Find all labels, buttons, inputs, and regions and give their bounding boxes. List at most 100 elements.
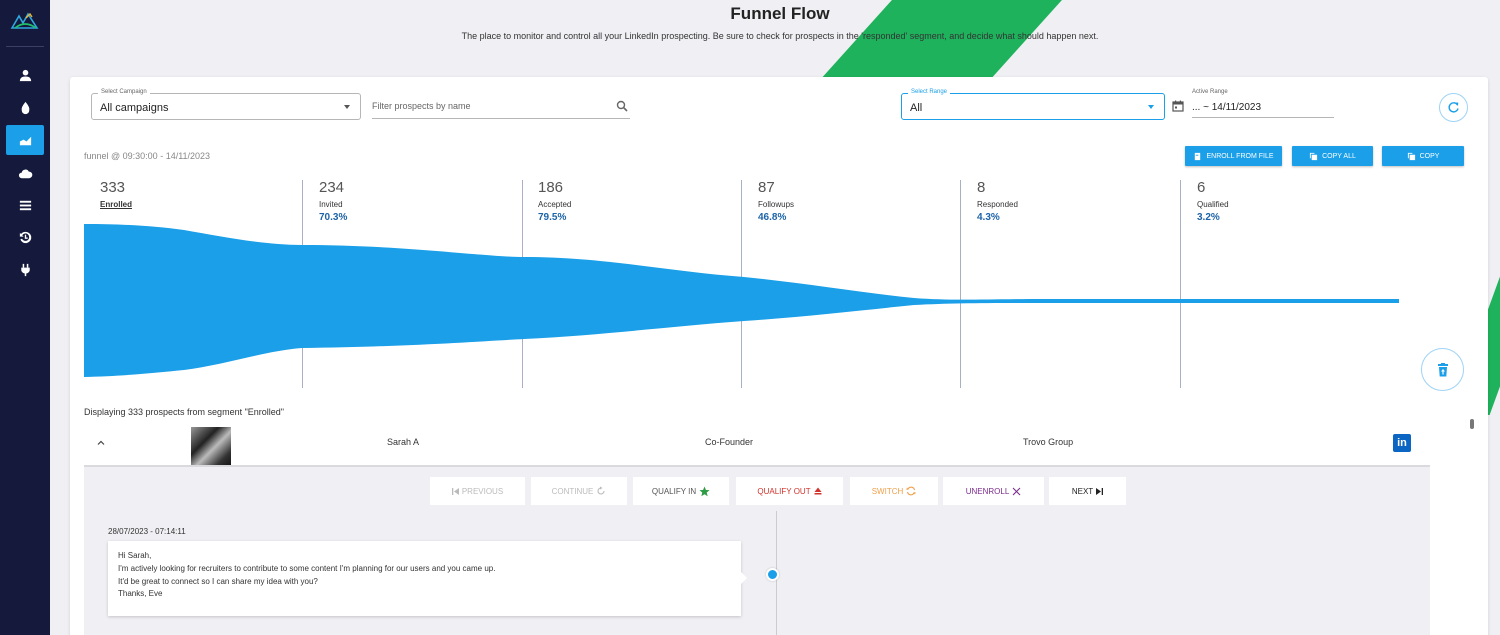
sidebar-item-funnel[interactable] [6, 125, 44, 155]
page-title: Funnel Flow [730, 4, 830, 23]
eject-icon [814, 487, 822, 495]
calendar-icon[interactable] [1172, 100, 1184, 112]
search-input[interactable] [372, 94, 612, 118]
drop-icon [21, 101, 29, 114]
copy-button[interactable]: COPY [1382, 146, 1464, 166]
plug-icon [20, 263, 30, 276]
stage-name: Enrolled [100, 200, 133, 209]
qualify-out-label: QUALIFY OUT [757, 486, 811, 496]
qualify-out-button[interactable]: QUALIFY OUT [736, 477, 843, 505]
campaign-select-label: Select Campaign [98, 89, 150, 95]
star-icon [699, 486, 710, 496]
campaign-select[interactable]: Select Campaign All campaigns [91, 89, 361, 120]
message-timestamp: 28/07/2023 - 07:14:11 [108, 527, 186, 536]
switch-label: SWITCH [871, 486, 904, 496]
refresh-icon [1448, 102, 1459, 113]
range-select[interactable]: Select Range All [901, 89, 1165, 120]
active-range-value: ... ~ 14/11/2023 [1192, 102, 1262, 113]
app-logo [10, 12, 39, 29]
refresh-button[interactable] [1439, 93, 1468, 122]
prospect-name: Sarah A [387, 437, 420, 447]
stage-name: Responded [977, 200, 1018, 209]
copy-all-button[interactable]: COPY ALL [1292, 146, 1373, 166]
stage-count: 186 [538, 179, 564, 196]
search-icon[interactable] [616, 100, 628, 112]
scrollbar-thumb[interactable] [1470, 419, 1474, 429]
stage-count: 87 [758, 179, 775, 196]
next-button[interactable]: NEXT [1049, 477, 1126, 505]
funnel-chart-icon [19, 136, 31, 145]
message-line: It'd be great to connect so I can share … [118, 576, 318, 586]
stage-enrolled[interactable]: 333 Enrolled [100, 179, 132, 209]
stage-count: 8 [977, 179, 986, 196]
enroll-from-file-button[interactable]: ENROLL FROM FILE [1185, 146, 1282, 166]
active-range-field[interactable]: Active Range ... ~ 14/11/2023 [1192, 89, 1334, 118]
prospect-title: Co-Founder [705, 437, 754, 447]
unenroll-label: UNENROLL [965, 486, 1010, 496]
copy-icon [1310, 152, 1318, 160]
copy-icon [1407, 152, 1415, 160]
message-line: I'm actively looking for recruiters to c… [118, 563, 496, 573]
person-icon [19, 69, 31, 81]
unenroll-button[interactable]: UNENROLL [943, 477, 1044, 505]
timeline-dot[interactable] [766, 568, 779, 581]
close-icon [1012, 487, 1021, 495]
restart-icon [597, 486, 605, 495]
stage-count: 234 [319, 179, 345, 196]
linkedin-icon[interactable]: in [1393, 434, 1411, 452]
switch-button[interactable]: SWITCH [850, 477, 938, 505]
message-line: Hi Sarah, [118, 551, 152, 560]
funnel-caption: funnel @ 09:30:00 - 14/11/2023 [84, 151, 211, 161]
funnel-card: Select Campaign All campaigns Select Ran… [70, 77, 1488, 635]
page-subtitle: The place to monitor and control all you… [461, 31, 1099, 41]
stage-name: Qualified [1197, 200, 1229, 209]
qualify-in-button[interactable]: QUALIFY IN [633, 477, 729, 505]
sidebar [0, 0, 50, 635]
sidebar-item-prospects[interactable] [6, 60, 44, 90]
unenroll-segment-button[interactable] [1421, 348, 1464, 391]
range-select-label: Select Range [908, 89, 951, 95]
segment-caption: Displaying 333 prospects from segment "E… [84, 407, 284, 417]
prospect-search [372, 94, 630, 119]
trash-icon [1437, 362, 1448, 376]
previous-button[interactable]: PREVIOUS [430, 477, 525, 505]
stage-count: 333 [100, 179, 126, 196]
cloud-icon [18, 169, 32, 178]
stage-name: Accepted [538, 200, 572, 209]
history-icon [19, 231, 31, 243]
chevron-down-icon [344, 105, 350, 109]
active-range-label: Active Range [1192, 89, 1228, 95]
skip-next-icon [1096, 487, 1104, 495]
message-bubble: Hi Sarah, I'm actively looking for recru… [108, 541, 747, 616]
copy-label: COPY [1419, 152, 1440, 160]
skip-previous-icon [451, 487, 459, 495]
sidebar-item-integrations[interactable] [6, 254, 44, 284]
stage-name: Invited [319, 200, 343, 209]
sidebar-item-lists[interactable] [6, 190, 44, 220]
sidebar-item-drips[interactable] [6, 92, 44, 122]
funnel-shape [84, 224, 1399, 377]
table-row[interactable]: Sarah A Co-Founder Trovo Group in [84, 427, 1430, 467]
continue-button[interactable]: CONTINUE [531, 477, 627, 505]
previous-label: PREVIOUS [461, 486, 504, 496]
sidebar-item-history[interactable] [6, 222, 44, 252]
enroll-from-file-label: ENROLL FROM FILE [1206, 152, 1274, 160]
qualify-in-label: QUALIFY IN [651, 486, 697, 496]
stage-name: Followups [758, 200, 795, 209]
range-select-value: All [910, 102, 923, 114]
copy-all-label: COPY ALL [1322, 152, 1356, 160]
continue-label: CONTINUE [551, 486, 594, 496]
stage-count: 6 [1197, 179, 1206, 196]
chevron-up-icon[interactable] [96, 438, 106, 448]
file-import-icon [1195, 152, 1201, 160]
chevron-down-icon [1148, 105, 1154, 109]
avatar [191, 427, 231, 467]
prospect-detail-panel: PREVIOUS CONTINUE QUALIFY IN QUALIFY OUT… [84, 465, 1430, 635]
sidebar-item-cloud[interactable] [6, 158, 44, 188]
list-icon [19, 200, 31, 210]
prospect-company: Trovo Group [1023, 437, 1074, 447]
funnel-chart[interactable] [84, 217, 1404, 387]
sync-icon [906, 486, 916, 496]
campaign-select-value: All campaigns [100, 102, 169, 114]
sidebar-divider [6, 46, 44, 47]
